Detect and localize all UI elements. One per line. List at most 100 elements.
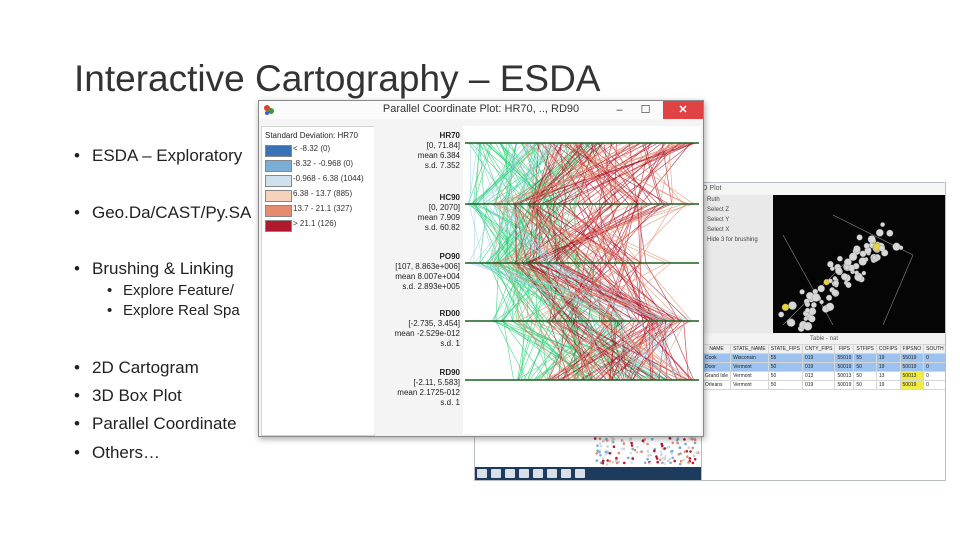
map-feature bbox=[670, 452, 674, 455]
taskbar-app-icon[interactable] bbox=[547, 469, 557, 478]
axis-range: [-2.735, 3.454] bbox=[408, 319, 460, 328]
taskbar-app-icon[interactable] bbox=[505, 469, 515, 478]
map-feature bbox=[682, 458, 686, 462]
map-feature bbox=[623, 461, 626, 465]
plot3d-point bbox=[811, 302, 817, 308]
col-header[interactable]: STFIPS bbox=[853, 344, 877, 354]
map-feature bbox=[636, 445, 639, 449]
bullet-text: Others… bbox=[92, 443, 161, 462]
table-cell: Orleans bbox=[701, 380, 732, 390]
bullet-dot: • bbox=[74, 203, 80, 222]
plot3d-point bbox=[787, 318, 796, 327]
col-header[interactable]: CNTY_FIPS bbox=[801, 344, 836, 354]
taskbar-app-icon[interactable] bbox=[519, 469, 529, 478]
control-label[interactable]: Ruth bbox=[703, 195, 773, 205]
table-window[interactable]: Table - nat NAME STATE_NAME STATE_FIPS C… bbox=[701, 335, 945, 480]
legend-item[interactable]: > 21.1 (126) bbox=[262, 218, 374, 233]
axis-mean: mean 2.1725-012 bbox=[397, 388, 460, 397]
pcp-titlebar[interactable]: Parallel Coordinate Plot: HR70, .., RD90… bbox=[259, 101, 703, 119]
map-feature bbox=[630, 444, 634, 447]
axis-name: PO90 bbox=[439, 252, 460, 261]
map-feature bbox=[608, 459, 611, 463]
map-feature bbox=[605, 437, 608, 441]
slide-title: Interactive Cartography – ESDA bbox=[74, 58, 601, 99]
table-cell: 19 bbox=[875, 380, 901, 390]
col-header[interactable]: COFIPS bbox=[875, 344, 901, 354]
bullet-text: ESDA – Exploratory bbox=[92, 146, 243, 165]
pcp-canvas[interactable] bbox=[463, 126, 701, 434]
control-label[interactable]: Select Z bbox=[703, 205, 773, 215]
map-feature bbox=[630, 441, 633, 445]
taskbar-app-icon[interactable] bbox=[533, 469, 543, 478]
bullet-text: Brushing & Linking bbox=[92, 259, 234, 278]
pcp-lines-svg bbox=[465, 142, 699, 381]
col-header[interactable]: FIPS bbox=[834, 344, 855, 354]
col-header[interactable]: STATE_FIPS bbox=[767, 344, 803, 354]
table-cell: Vermont bbox=[730, 380, 769, 390]
taskbar-app-icon[interactable] bbox=[491, 469, 501, 478]
control-label[interactable]: Hide 3 for brushing bbox=[703, 235, 773, 245]
taskbar-app-icon[interactable] bbox=[561, 469, 571, 478]
data-table[interactable]: NAME STATE_NAME STATE_FIPS CNTY_FIPS FIP… bbox=[701, 344, 945, 390]
legend-swatch bbox=[265, 205, 292, 217]
legend-item[interactable]: 6.38 - 13.7 (885) bbox=[262, 188, 374, 203]
map-feature bbox=[679, 452, 682, 455]
map-feature bbox=[663, 462, 666, 465]
table-row[interactable]: Door Vermont 50 019 50019 50 19 50019 0 bbox=[701, 362, 945, 372]
legend-item[interactable]: 13.7 - 21.1 (327) bbox=[262, 203, 374, 218]
col-header[interactable]: FIPSNO bbox=[899, 344, 925, 354]
table-row[interactable]: Cook Wisconsin 55 019 55019 55 19 55019 … bbox=[701, 353, 945, 363]
pcp-window[interactable]: Parallel Coordinate Plot: HR70, .., RD90… bbox=[258, 100, 704, 437]
legend-swatch bbox=[265, 160, 292, 172]
col-header[interactable]: STATE_NAME bbox=[730, 344, 769, 354]
map-feature bbox=[659, 450, 663, 453]
bullet-cartogram: • 2D Cartogram bbox=[74, 358, 199, 378]
taskbar-app-icon[interactable] bbox=[575, 469, 585, 478]
axis-name: RD90 bbox=[439, 368, 460, 377]
taskbar-app-icon[interactable] bbox=[477, 469, 487, 478]
map-feature bbox=[649, 462, 652, 465]
col-header[interactable]: NAME bbox=[701, 344, 732, 354]
table-cell: Vermont bbox=[730, 371, 769, 381]
plot3d-point bbox=[819, 299, 824, 305]
legend-item[interactable]: -8.32 - -0.968 (0) bbox=[262, 158, 374, 173]
table-cell: 55019 bbox=[834, 353, 855, 363]
axis-sd: s.d. 60.82 bbox=[424, 223, 460, 232]
bullet-others: • Others… bbox=[74, 443, 160, 463]
map-feature bbox=[663, 447, 666, 450]
plot3d-point bbox=[837, 255, 843, 262]
bullet-geoda: • Geo.Da/CAST/Py.SA bbox=[74, 203, 251, 223]
map-feature bbox=[668, 457, 672, 461]
bullet-dot: • bbox=[74, 386, 80, 405]
table-row[interactable]: Grand Isle Vermont 50 013 50013 50 13 50… bbox=[701, 371, 945, 381]
control-label[interactable]: Select Y bbox=[703, 215, 773, 225]
bullet-dot: • bbox=[107, 302, 113, 319]
map-feature bbox=[683, 450, 687, 453]
control-label[interactable]: Select X bbox=[703, 225, 773, 235]
table-cell: 50 bbox=[853, 371, 877, 381]
plot3d-canvas[interactable] bbox=[773, 195, 945, 333]
legend-item[interactable]: -0.968 - 6.38 (1044) bbox=[262, 173, 374, 188]
plot3d-point bbox=[848, 264, 855, 272]
close-button[interactable]: ✕ bbox=[663, 101, 703, 119]
minimize-button[interactable]: – bbox=[608, 101, 631, 119]
bullet-text: 3D Box Plot bbox=[92, 386, 182, 405]
map-feature bbox=[676, 441, 679, 445]
map-feature bbox=[621, 439, 624, 442]
table-row[interactable]: Orleans Vermont 50 019 50019 50 19 50019… bbox=[701, 380, 945, 390]
legend-swatch bbox=[265, 190, 292, 202]
legend-swatch bbox=[265, 220, 292, 232]
maximize-button[interactable]: ☐ bbox=[634, 101, 657, 119]
map-feature bbox=[629, 451, 633, 455]
map-feature bbox=[604, 450, 608, 454]
map-feature bbox=[653, 449, 656, 453]
plot3d-point bbox=[845, 281, 852, 289]
col-header[interactable]: SOUTH bbox=[923, 344, 945, 354]
map-feature bbox=[629, 437, 632, 440]
map-feature bbox=[604, 453, 607, 456]
map-feature bbox=[598, 437, 602, 440]
bullet-brushing: • Brushing & Linking bbox=[74, 259, 234, 279]
legend-item[interactable]: < -8.32 (0) bbox=[262, 143, 374, 158]
bullet-text: Parallel Coordinate bbox=[92, 414, 237, 433]
axis-mean: mean 7.909 bbox=[417, 213, 460, 222]
